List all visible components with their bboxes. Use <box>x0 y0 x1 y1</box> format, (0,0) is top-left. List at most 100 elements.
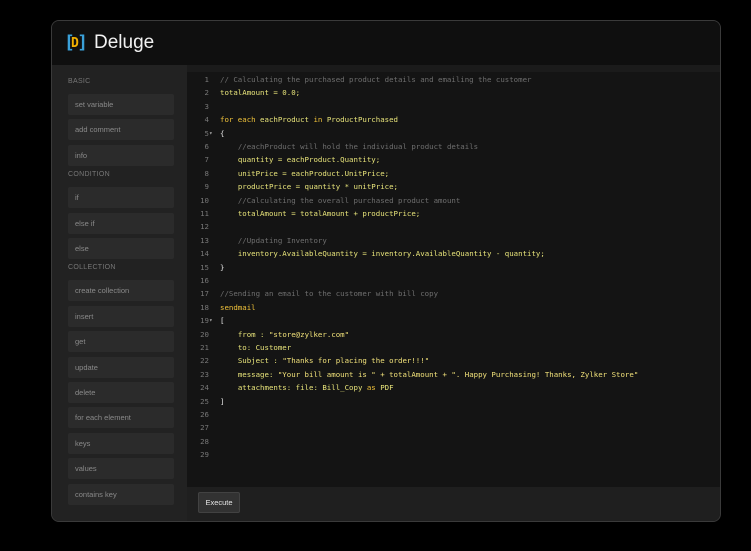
fold-arrow-icon[interactable]: ▾ <box>209 127 213 140</box>
line-number: 26 <box>200 410 209 419</box>
sidebar-item-create-collection[interactable]: create collection <box>68 280 174 302</box>
code-text: [ <box>220 316 225 326</box>
code-line: 3 <box>187 100 720 113</box>
sidebar-item-add-comment[interactable]: add comment <box>68 119 174 141</box>
sidebar-item-contains-key[interactable]: contains key <box>68 483 174 505</box>
sidebar-section-title: CONDITION <box>68 171 110 179</box>
code-text: //Updating Inventory <box>237 235 327 245</box>
code-line: 7 quantity = eachProduct.Quantity; <box>187 153 720 166</box>
line-number: 24 <box>200 383 209 393</box>
code-text: productPrice = quantity * unitPrice; <box>237 182 398 192</box>
code-line: 26 <box>187 408 720 421</box>
code-text: quantity = eachProduct.Quantity; <box>237 155 381 165</box>
sidebar-item-for-each-element[interactable]: for each element <box>68 407 174 429</box>
editor-footer: Execute <box>187 487 720 521</box>
line-number: 29 <box>200 450 209 460</box>
line-number: 18 <box>200 302 209 312</box>
code-line: 22 Subject : "Thanks for placing the ord… <box>187 354 720 367</box>
line-number: 21 <box>200 343 209 352</box>
code-line: 11 totalAmount = totalAmount + productPr… <box>187 207 720 220</box>
line-number: 1 <box>204 75 209 84</box>
snippet-sidebar: BASIC set variable add comment info CONDITIO… <box>52 65 187 521</box>
code-text: totalAmount = totalAmount + productPrice… <box>237 209 421 218</box>
code-line: 19 ▾ [ <box>187 314 720 327</box>
line-number: 5 <box>204 128 209 138</box>
sidebar-item-else[interactable]: else <box>68 238 174 259</box>
app-title: Deluge <box>94 32 155 53</box>
code-text: unitPrice = eachProduct.UnitPrice; <box>237 168 390 178</box>
code-line: 23 message: "Your bill amount is " + tot… <box>187 368 720 381</box>
code-text: } <box>220 262 225 272</box>
code-text: //eachProduct will hold the individual p… <box>237 142 479 151</box>
code-text: //Calculating the overall purchased prod… <box>237 195 461 205</box>
line-number: 6 <box>204 142 209 151</box>
line-number: 20 <box>200 329 209 339</box>
code-line: 9 productPrice = quantity * unitPrice; <box>187 180 720 193</box>
code-line: 6 //eachProduct will hold the individual… <box>187 140 720 153</box>
code-line: 16 <box>187 274 720 287</box>
line-number: 10 <box>200 195 209 205</box>
line-number: 16 <box>200 276 209 285</box>
sidebar-item-keys[interactable]: keys <box>68 432 174 454</box>
code-line: 13 //Updating Inventory <box>187 234 720 247</box>
line-number: 9 <box>204 182 209 192</box>
deluge-logo-icon: [D] <box>64 32 88 53</box>
code-line: 20 from : "store@zylker.com" <box>187 328 720 341</box>
code-text: attachments: file: Bill_Copy as PDF <box>237 383 394 393</box>
line-number: 19 <box>200 316 209 326</box>
sidebar-item-insert[interactable]: insert <box>68 305 174 327</box>
code-text: { <box>220 128 225 138</box>
line-number: 13 <box>200 235 209 245</box>
sidebar-item-get[interactable]: get <box>68 331 174 353</box>
line-number: 7 <box>204 155 209 165</box>
deluge-window: [D] Deluge BASIC set variable add comment i… <box>51 20 721 522</box>
line-number: 2 <box>204 88 209 98</box>
code-line: 5 ▾ { <box>187 127 720 140</box>
code-text: message: "Your bill amount is " + totalA… <box>237 369 639 379</box>
code-line: 27 <box>187 421 720 434</box>
code-line: 29 <box>187 448 720 461</box>
line-number: 22 <box>200 356 209 366</box>
code-line: 25] <box>187 395 720 408</box>
code-text: for each eachProduct in ProductPurchased <box>220 115 399 125</box>
code-text: //Sending an email to the customer with … <box>220 289 439 299</box>
code-line: 14 inventory.AvailableQuantity = invento… <box>187 247 720 260</box>
line-number: 14 <box>200 249 209 259</box>
sidebar-item-if[interactable]: if <box>68 187 174 209</box>
sidebar-item-set-variable[interactable]: set variable <box>68 94 174 115</box>
code-line: 24 attachments: file: Bill_Copy as PDF <box>187 381 720 394</box>
sidebar-item-delete[interactable]: delete <box>68 382 174 403</box>
line-number: 3 <box>204 101 209 111</box>
code-text: totalAmount = 0.0; <box>220 88 301 98</box>
line-number: 27 <box>200 423 209 433</box>
code-line: 10 //Calculating the overall purchased p… <box>187 194 720 207</box>
code-text: inventory.AvailableQuantity = inventory.… <box>237 249 545 259</box>
line-number: 23 <box>200 369 209 379</box>
sidebar-item-info[interactable]: info <box>68 144 174 166</box>
sidebar-item-values[interactable]: values <box>68 458 174 480</box>
line-number: 4 <box>204 115 209 125</box>
sidebar-section-title: BASIC <box>68 78 91 85</box>
fold-arrow-icon[interactable]: ▾ <box>209 314 213 327</box>
code-text: sendmail <box>220 302 256 312</box>
code-line: 8 unitPrice = eachProduct.UnitPrice; <box>187 167 720 180</box>
line-number: 15 <box>200 262 209 272</box>
execute-button[interactable]: Execute <box>198 492 240 513</box>
code-line: 12 <box>187 220 720 233</box>
sidebar-item-else-if[interactable]: else if <box>68 212 174 234</box>
code-text: from : "store@zylker.com" <box>237 329 350 339</box>
code-line: 28 <box>187 435 720 448</box>
code-line: 17 //Sending an email to the customer wit… <box>187 287 720 300</box>
line-number: 25 <box>200 396 209 406</box>
line-number: 12 <box>200 222 209 232</box>
title-bar: [D] Deluge <box>52 21 720 65</box>
sidebar-item-update[interactable]: update <box>68 356 174 378</box>
code-text: to: Customer <box>237 343 292 352</box>
code-line: 2 totalAmount = 0.0; <box>187 86 720 99</box>
code-line: 18 sendmail <box>187 301 720 314</box>
line-number: 28 <box>200 436 209 446</box>
code-text: Subject : "Thanks for placing the order!… <box>237 356 430 366</box>
code-text: ] <box>220 396 225 406</box>
code-line: 4 for each eachProduct in ProductPurchase… <box>187 113 720 126</box>
code-editor[interactable]: 1 // Calculating the purchased product de… <box>187 72 720 487</box>
